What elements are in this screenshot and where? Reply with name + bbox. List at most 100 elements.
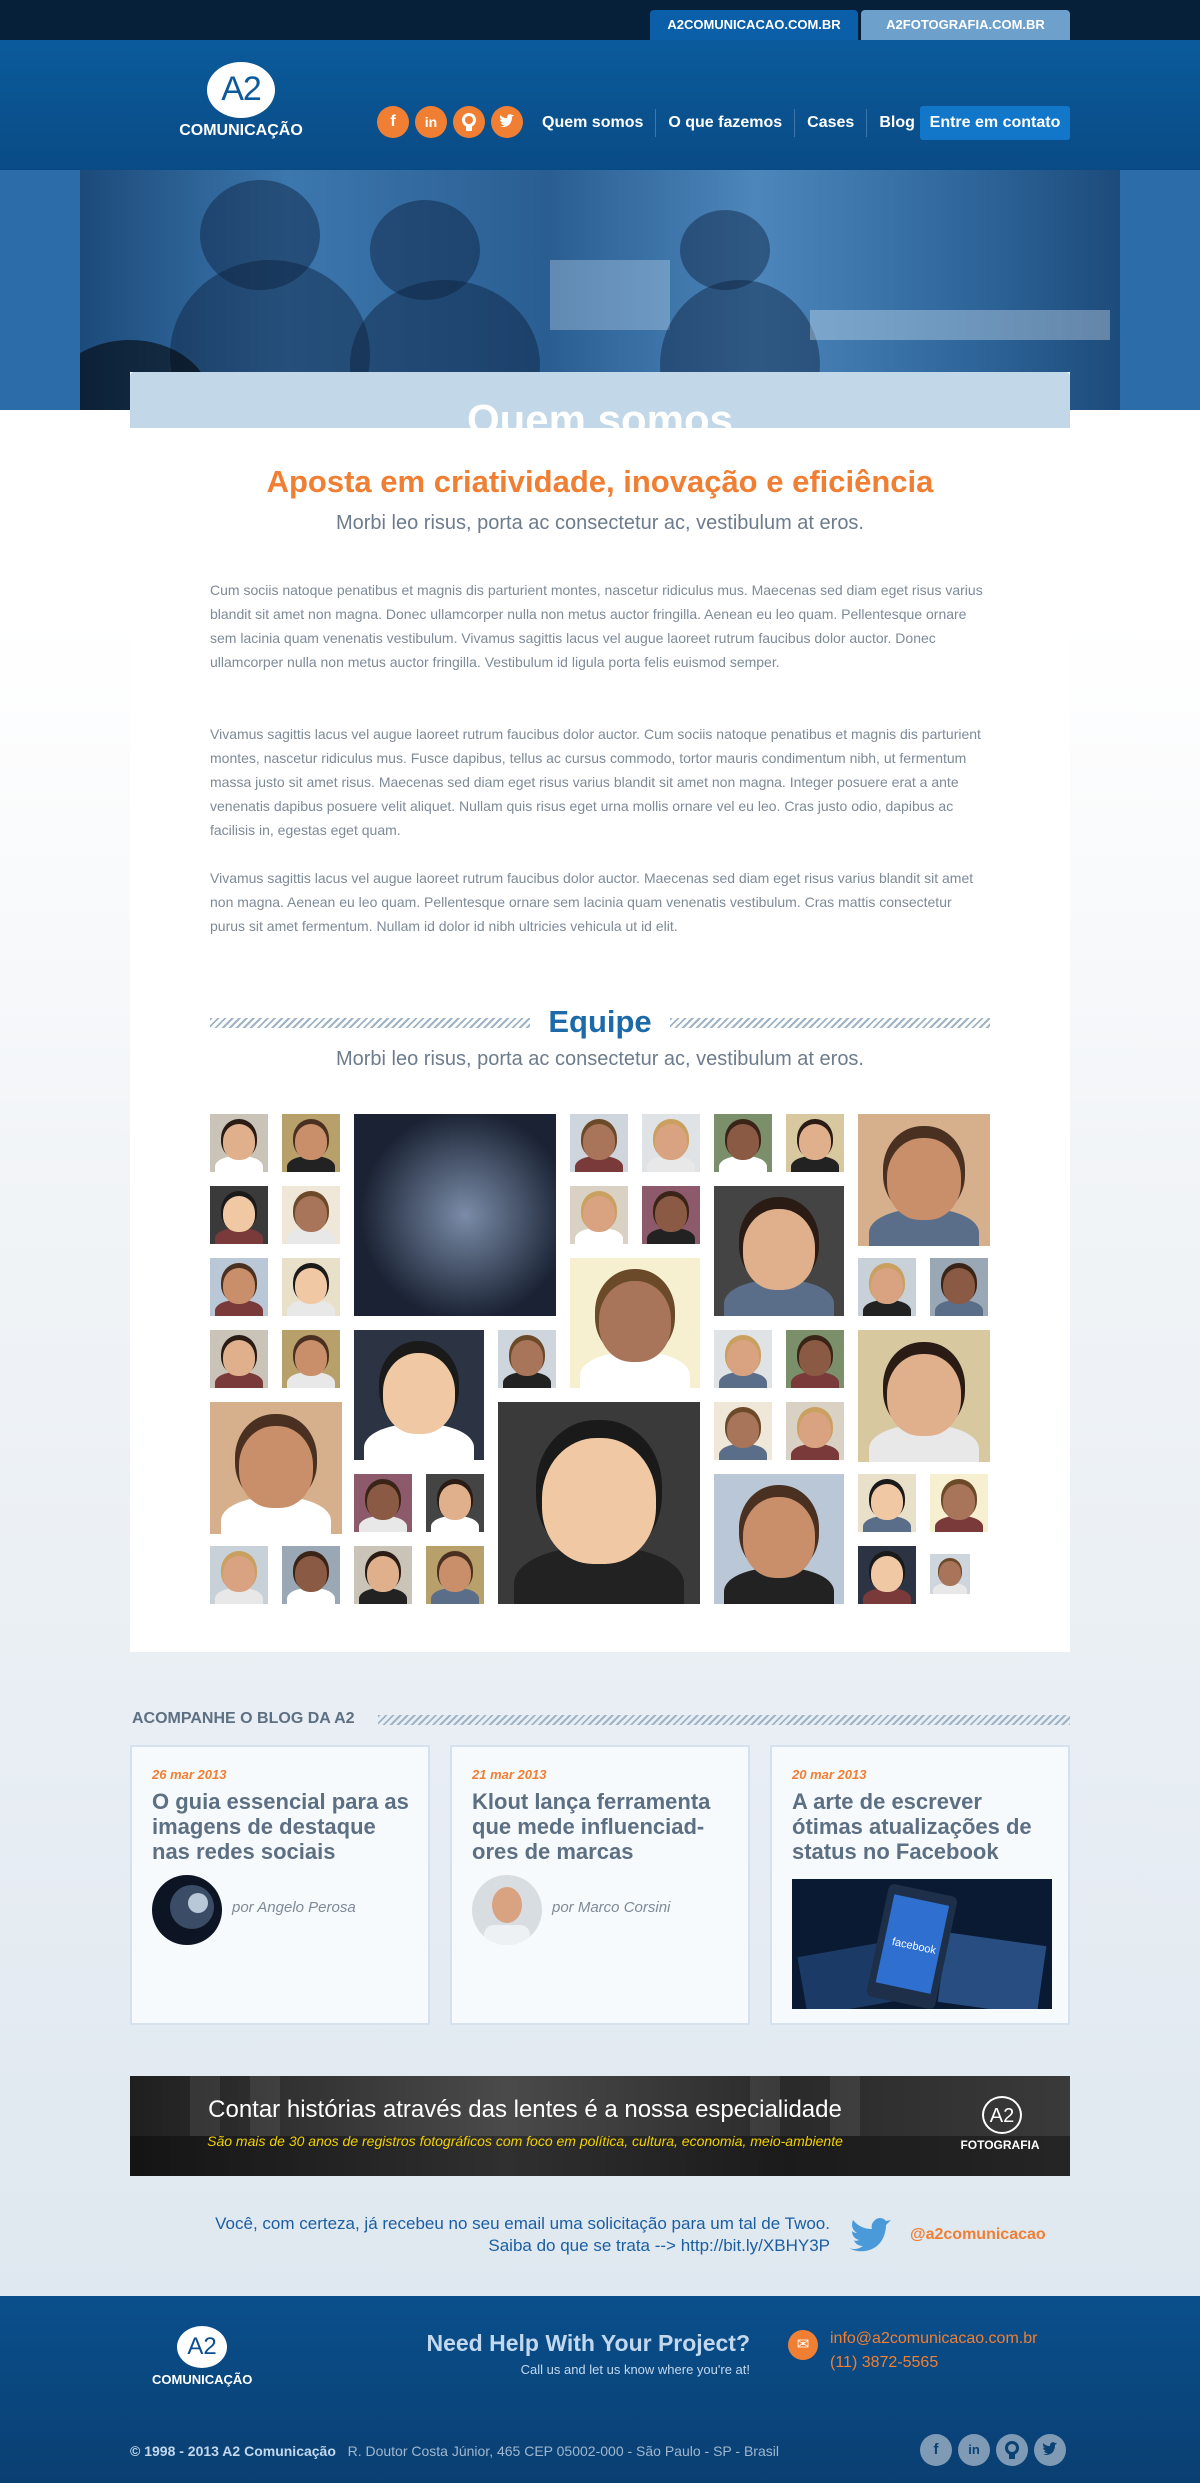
team-member-photo (498, 1330, 556, 1388)
about-paragraph-1: Cum sociis natoque penatibus et magnis d… (210, 582, 983, 670)
team-member-photo (786, 1330, 844, 1388)
nav-quem-somos[interactable]: Quem somos (530, 109, 657, 137)
nav-blog[interactable]: Blog (867, 109, 927, 137)
footer-logo-mark: A2 (177, 2326, 227, 2368)
promo-title: Contar histórias através das lentes é a … (208, 2096, 842, 2123)
team-member-photo (714, 1186, 844, 1316)
twitter-icon[interactable] (1034, 2434, 1066, 2466)
help-subtitle: Call us and let us know where you're at! (520, 2362, 750, 2377)
team-member-photo (354, 1474, 412, 1532)
team-member-photo (210, 1402, 342, 1534)
facebook-icon[interactable]: f (377, 106, 409, 138)
hatch-divider (378, 1715, 1070, 1725)
footer-email[interactable]: info@a2comunicacao.com.br (830, 2330, 1037, 2348)
post-title[interactable]: Klout lança ferramenta que mede influenc… (472, 1789, 732, 1864)
about-paragraph-2: Vivamus sagittis lacus vel augue laoreet… (210, 726, 981, 838)
twitter-icon[interactable] (491, 106, 523, 138)
team-member-photo (858, 1258, 916, 1316)
facebook-icon[interactable]: f (920, 2434, 952, 2466)
team-member-photo (858, 1330, 990, 1462)
site-tab-fotografia[interactable]: A2FOTOGRAFIA.COM.BR (861, 10, 1070, 40)
twitter-bird-icon (845, 2210, 905, 2260)
twitter-handle[interactable]: @a2comunicacao (910, 2226, 1046, 2244)
team-member-photo (714, 1114, 772, 1172)
team-member-photo (570, 1186, 628, 1244)
team-subline: Morbi leo risus, porta ac consectetur ac… (335, 1048, 864, 1070)
team-member-photo (354, 1330, 484, 1460)
team-member-photo (570, 1114, 628, 1172)
section-title-quem-somos: Quem somos (466, 396, 734, 428)
team-member-photo (930, 1474, 988, 1532)
linkedin-icon[interactable]: in (958, 2434, 990, 2466)
promo-subtitle: São mais de 30 anos de registros fotográ… (207, 2133, 843, 2149)
blog-post-card[interactable]: 26 mar 2013 O guia essencial para as ima… (130, 1745, 430, 2025)
team-member-photo (282, 1114, 340, 1172)
team-photo-grid (210, 1114, 992, 1614)
team-heading-row: Equipe (210, 1004, 990, 1040)
linkedin-icon[interactable]: in (415, 106, 447, 138)
site-tab-comunicacao[interactable]: A2COMUNICACAO.COM.BR (650, 10, 858, 40)
promo-background-image (130, 2076, 1070, 2176)
footer-logo-name: COMUNICAÇÃO (152, 2372, 253, 2387)
fotografia-promo-banner[interactable]: Contar histórias através das lentes é a … (130, 2076, 1070, 2176)
fotografia-logo-name: FOTOGRAFIA (960, 2138, 1040, 2152)
team-member-photo (282, 1546, 340, 1604)
github-icon[interactable] (996, 2434, 1028, 2466)
team-member-photo (210, 1330, 268, 1388)
author-avatar (152, 1875, 222, 1945)
fotografia-logo: A2 FOTOGRAFIA (950, 2096, 1050, 2156)
team-member-photo (498, 1402, 700, 1604)
contact-button[interactable]: Entre em contato (920, 106, 1070, 140)
team-title: Equipe (548, 1004, 652, 1039)
post-date: 20 mar 2013 (792, 1767, 867, 1782)
post-author: por Marco Corsini (552, 1899, 671, 1916)
about-paragraph-3: Vivamus sagittis lacus vel augue laoreet… (210, 870, 974, 934)
logo[interactable]: A2 COMUNICAÇÃO (176, 62, 306, 154)
team-member-photo (282, 1330, 340, 1388)
github-icon[interactable] (453, 106, 485, 138)
post-author: por Angelo Perosa (232, 1899, 356, 1916)
tweet-text: Você, com certeza, já recebeu no seu ema… (215, 2214, 830, 2233)
team-member-photo (858, 1474, 916, 1532)
team-member-photo (786, 1402, 844, 1460)
team-member-photo (282, 1186, 340, 1244)
team-member-photo (786, 1114, 844, 1172)
about-section: Quem somos Aposta em criatividade, inova… (130, 372, 1070, 1652)
tweet-link[interactable]: Saiba do que se trata --> http://bit.ly/… (170, 2236, 830, 2256)
team-member-photo (210, 1114, 268, 1172)
post-title[interactable]: A arte de escrever ótimas atualizações d… (792, 1789, 1052, 1864)
top-strip: A2COMUNICACAO.COM.BR A2FOTOGRAFIA.COM.BR (0, 0, 1200, 40)
footer-logo[interactable]: A2 COMUNICAÇÃO (152, 2326, 252, 2396)
team-member-photo (570, 1258, 700, 1388)
mail-icon: ✉ (788, 2330, 818, 2360)
team-member-photo (930, 1554, 970, 1594)
site-footer: A2 COMUNICAÇÃO Need Help With Your Proje… (0, 2296, 1200, 2483)
copyright-line: © 1998 - 2013 A2 Comunicação R. Doutor C… (130, 2443, 779, 2459)
logo-mark: A2 (221, 70, 262, 108)
team-member-photo (426, 1474, 484, 1532)
main-nav: Quem somos O que fazemos Cases Blog (530, 106, 927, 140)
team-member-photo (642, 1114, 700, 1172)
about-subline: Morbi leo risus, porta ac consectetur ac… (335, 512, 864, 534)
post-thumbnail: facebook (792, 1879, 1052, 2009)
post-date: 21 mar 2013 (472, 1767, 547, 1782)
nav-cases[interactable]: Cases (795, 109, 868, 137)
logo-name: COMUNICAÇÃO (179, 122, 303, 139)
team-member-photo (858, 1114, 990, 1246)
team-member-photo (210, 1546, 268, 1604)
nav-o-que-fazemos[interactable]: O que fazemos (656, 109, 796, 137)
team-member-photo (714, 1474, 844, 1604)
site-header: A2 COMUNICAÇÃO f in Quem somos O que faz… (0, 40, 1200, 170)
team-member-photo (354, 1546, 412, 1604)
copyright-text: © 1998 - 2013 A2 Comunicação (130, 2443, 336, 2459)
team-member-photo (210, 1186, 268, 1244)
blog-post-card[interactable]: 20 mar 2013 A arte de escrever ótimas at… (770, 1745, 1070, 2025)
fotografia-logo-mark: A2 (982, 2096, 1022, 2134)
blog-post-card[interactable]: 21 mar 2013 Klout lança ferramenta que m… (450, 1745, 750, 2025)
team-member-photo (210, 1258, 268, 1316)
post-date: 26 mar 2013 (152, 1767, 227, 1782)
author-avatar (472, 1875, 542, 1945)
post-title[interactable]: O guia essencial para as imagens de dest… (152, 1789, 412, 1864)
team-member-photo (354, 1114, 556, 1316)
team-member-photo (714, 1402, 772, 1460)
